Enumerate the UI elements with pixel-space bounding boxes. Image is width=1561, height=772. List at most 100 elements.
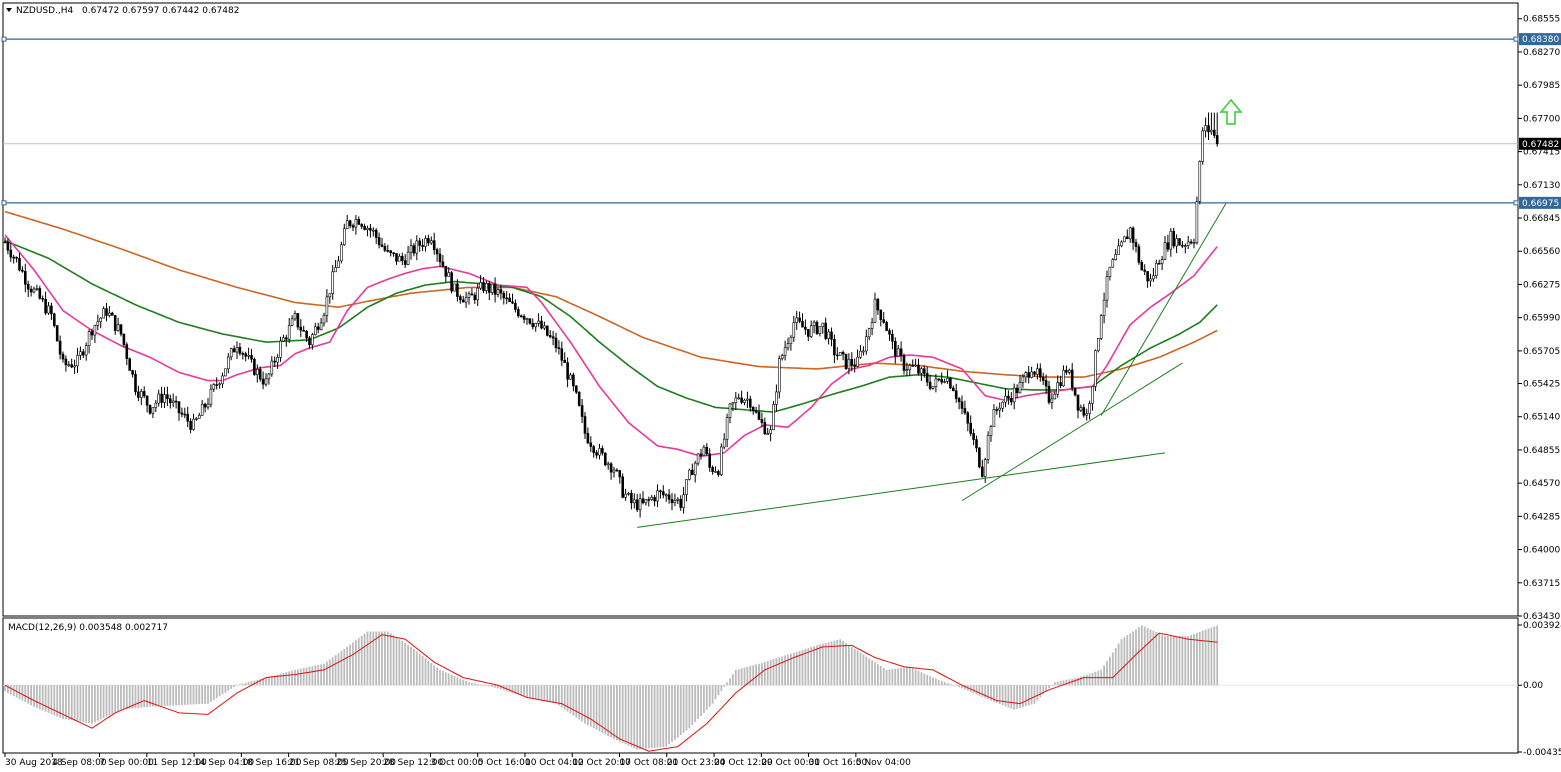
macd-histogram-bar <box>906 667 908 686</box>
price-tick-label: 0.65990 <box>1523 314 1560 324</box>
macd-histogram-bar <box>630 685 633 748</box>
candle-body <box>580 405 584 417</box>
candle-body <box>853 364 857 367</box>
macd-histogram-bar <box>305 667 308 686</box>
macd-histogram-bar <box>1158 633 1161 686</box>
candle-body <box>224 368 227 377</box>
candle-body <box>145 395 149 406</box>
candle-body <box>108 312 111 316</box>
candle-body <box>342 228 346 246</box>
candle-body <box>311 334 314 346</box>
candle-body <box>528 318 532 324</box>
macd-histogram-bar <box>1004 685 1007 707</box>
candle-body <box>957 398 961 403</box>
candle-body <box>1201 130 1204 162</box>
macd-histogram-bar <box>1210 627 1213 686</box>
macd-histogram-bar <box>842 641 844 686</box>
price-tick-label: 0.67985 <box>1523 81 1560 91</box>
macd-histogram-bar <box>233 685 235 688</box>
macd-histogram-bar <box>317 664 320 686</box>
macd-histogram-bar <box>149 685 151 707</box>
macd-histogram-bar <box>975 685 978 695</box>
macd-histogram-bar <box>618 685 621 742</box>
line-handle-right[interactable] <box>1513 36 1519 42</box>
candle-body <box>412 245 416 254</box>
candle-body <box>305 330 308 339</box>
candle-body <box>73 365 76 368</box>
resistance-upper-tag: 0.68380 <box>1522 35 1559 45</box>
macd-histogram-bar <box>323 663 325 686</box>
macd-histogram-bar <box>743 667 746 686</box>
macd-histogram-bar <box>239 684 241 686</box>
candle-body <box>250 355 253 360</box>
line-handle-right[interactable] <box>1513 200 1519 206</box>
macd-histogram-bar <box>627 685 630 746</box>
candle-body <box>618 470 622 478</box>
macd-histogram-bar <box>865 656 868 686</box>
macd-histogram-bar <box>888 669 891 686</box>
macd-histogram-bar <box>584 685 586 724</box>
macd-histogram-bar <box>268 676 270 686</box>
macd-histogram-bar <box>328 659 331 686</box>
candle-body <box>1012 387 1016 403</box>
macd-histogram-bar <box>923 673 926 686</box>
macd-histogram-bar <box>897 668 900 686</box>
macd-histogram-bar <box>543 685 546 702</box>
candle-body <box>531 323 535 328</box>
candle-body <box>360 224 364 227</box>
macd-histogram-bar <box>821 643 824 686</box>
macd-histogram-bar <box>105 685 108 717</box>
candle-body <box>630 492 633 504</box>
candle-body <box>928 381 932 389</box>
line-handle-left[interactable] <box>1 36 7 42</box>
candle-body <box>1059 382 1062 387</box>
candle-body <box>493 283 497 295</box>
candle-body <box>653 497 656 502</box>
candle-body <box>23 271 27 285</box>
macd-tick-label: 0.003924 <box>1523 621 1561 631</box>
macd-histogram-bar <box>972 685 975 694</box>
line-handle-left[interactable] <box>1 200 7 206</box>
macd-histogram-bar <box>804 649 807 686</box>
candle-body <box>978 447 981 468</box>
macd-histogram-bar <box>1007 685 1010 708</box>
macd-histogram-bar <box>102 685 105 719</box>
candle-body <box>461 299 465 303</box>
macd-histogram-bar <box>73 685 76 721</box>
candle-body <box>496 289 500 295</box>
candle-body <box>319 322 323 330</box>
macd-histogram-bar <box>111 685 114 714</box>
macd-histogram-bar <box>726 682 728 686</box>
candle-body <box>815 321 819 334</box>
macd-histogram-bar <box>737 669 740 686</box>
candle-body <box>9 249 13 258</box>
candle-body <box>717 471 720 475</box>
macd-histogram-bar <box>946 682 949 686</box>
candle-body <box>661 491 665 496</box>
macd-histogram-bar <box>674 685 676 740</box>
macd-histogram-bar <box>717 685 720 696</box>
macd-histogram-bar <box>932 677 934 686</box>
candle-body <box>235 347 239 353</box>
candle-body <box>534 323 538 328</box>
candle-body <box>1056 382 1059 395</box>
macd-histogram-bar <box>363 633 366 686</box>
candle-body <box>450 272 453 292</box>
candle-body <box>1085 413 1088 416</box>
candle-body <box>128 358 131 371</box>
macd-histogram-bar <box>465 680 467 686</box>
candle-body <box>963 408 967 414</box>
candle-body <box>583 416 587 434</box>
candle-body <box>902 355 906 371</box>
candle-body <box>473 294 477 301</box>
candle-body <box>850 359 854 366</box>
candle-body <box>1155 262 1158 277</box>
candle-body <box>551 336 555 339</box>
candle-body <box>502 292 506 299</box>
macd-histogram-bar <box>343 648 346 686</box>
candle-body <box>432 240 436 250</box>
macd-histogram-bar <box>1201 630 1204 686</box>
macd-histogram-bar <box>1204 629 1207 686</box>
macd-histogram-bar <box>384 631 386 686</box>
macd-histogram-bar <box>311 666 314 686</box>
